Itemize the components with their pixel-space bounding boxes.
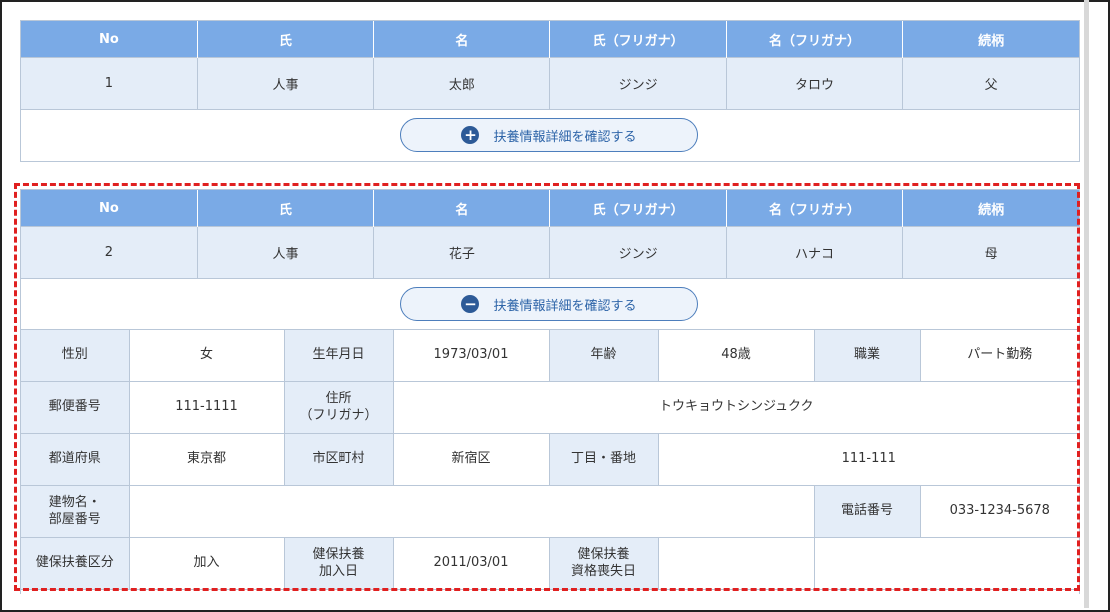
cell-first-name: 太郎 <box>373 57 551 110</box>
detail-row: 建物名・ 部屋番号 電話番号 033-1234-5678 <box>21 485 1079 538</box>
city-value: 新宿区 <box>392 433 550 486</box>
postal-code-value: 111-1111 <box>128 381 285 434</box>
cell-last-kana: ジンジ <box>549 57 727 110</box>
cell-relation: 母 <box>902 226 1079 279</box>
empty-cell <box>813 537 1079 590</box>
insurance-loss-label-line1: 健保扶養 <box>577 546 630 562</box>
cell-relation: 父 <box>902 57 1079 110</box>
occupation-label: 職業 <box>813 329 921 382</box>
col-header-no: No <box>21 21 198 58</box>
cell-no: 1 <box>21 57 198 110</box>
col-header-first-kana: 名（フリガナ） <box>726 190 904 227</box>
expand-details-button[interactable]: + 扶養情報詳細を確認する <box>400 118 698 152</box>
age-value: 48歳 <box>657 329 815 382</box>
cell-last-name: 人事 <box>197 57 375 110</box>
cell-first-kana: タロウ <box>726 57 904 110</box>
table-row: 1 人事 太郎 ジンジ タロウ 父 <box>21 57 1079 110</box>
phone-label: 電話番号 <box>813 485 921 538</box>
prefecture-label: 都道府県 <box>21 433 130 486</box>
detail-row: 性別 女 生年月日 1973/03/01 年齢 48歳 職業 パート勤務 <box>21 329 1079 382</box>
block-value: 111-111 <box>657 433 1079 486</box>
col-header-no: No <box>21 190 198 227</box>
gender-label: 性別 <box>21 329 130 382</box>
vertical-scrollbar[interactable] <box>1084 0 1089 608</box>
occupation-value: パート勤務 <box>919 329 1079 382</box>
insurance-join-label-line1: 健保扶養 <box>312 546 365 562</box>
building-label-line2: 部屋番号 <box>48 511 101 527</box>
insurance-join-value: 2011/03/01 <box>392 537 550 590</box>
col-header-last-name: 氏 <box>197 190 375 227</box>
expand-details-label: 扶養情報詳細を確認する <box>493 129 637 145</box>
col-header-first-name: 名 <box>373 21 551 58</box>
col-header-relation: 続柄 <box>902 21 1079 58</box>
insurance-type-label: 健保扶養区分 <box>21 537 130 590</box>
collapse-details-label: 扶養情報詳細を確認する <box>493 298 637 314</box>
detail-row: 健保扶養区分 加入 健保扶養 加入日 2011/03/01 健保扶養 資格喪失日 <box>21 537 1079 590</box>
cell-first-kana: ハナコ <box>726 226 904 279</box>
address-kana-label-line1: 住所 <box>325 390 352 406</box>
address-kana-label-line2: （フリガナ） <box>299 407 378 423</box>
phone-value: 033-1234-5678 <box>919 485 1079 538</box>
detail-row: 都道府県 東京都 市区町村 新宿区 丁目・番地 111-111 <box>21 433 1079 486</box>
button-area: + 扶養情報詳細を確認する <box>21 110 1079 160</box>
cell-no: 2 <box>21 226 198 279</box>
building-value <box>128 485 815 538</box>
block-label: 丁目・番地 <box>548 433 659 486</box>
birthdate-label: 生年月日 <box>283 329 394 382</box>
dependent-table-2: No 氏 名 氏（フリガナ） 名（フリガナ） 続柄 2 人事 花子 ジンジ ハナ… <box>21 190 1079 279</box>
postal-code-label: 郵便番号 <box>21 381 130 434</box>
insurance-loss-label-line2: 資格喪失日 <box>570 563 636 579</box>
address-kana-label: 住所 （フリガナ） <box>283 381 394 434</box>
cell-last-name: 人事 <box>197 226 375 279</box>
building-label: 建物名・ 部屋番号 <box>21 485 130 538</box>
table-row: 2 人事 花子 ジンジ ハナコ 母 <box>21 226 1079 279</box>
dependent-card-1: No 氏 名 氏（フリガナ） 名（フリガナ） 続柄 1 人事 太郎 ジンジ タロ… <box>20 20 1080 162</box>
col-header-first-name: 名 <box>373 190 551 227</box>
cell-first-name: 花子 <box>373 226 551 279</box>
table-header-row: No 氏 名 氏（フリガナ） 名（フリガナ） 続柄 <box>21 190 1079 227</box>
col-header-relation: 続柄 <box>902 190 1079 227</box>
plus-circle-icon: + <box>461 126 480 144</box>
col-header-first-kana: 名（フリガナ） <box>726 21 904 58</box>
col-header-last-kana: 氏（フリガナ） <box>549 190 727 227</box>
gender-value: 女 <box>128 329 285 382</box>
city-label: 市区町村 <box>283 433 394 486</box>
insurance-join-label-line2: 加入日 <box>318 563 358 579</box>
insurance-loss-value <box>657 537 815 590</box>
age-label: 年齢 <box>548 329 659 382</box>
table-header-row: No 氏 名 氏（フリガナ） 名（フリガナ） 続柄 <box>21 21 1079 58</box>
button-area: − 扶養情報詳細を確認する <box>21 279 1079 329</box>
insurance-loss-label: 健保扶養 資格喪失日 <box>548 537 659 590</box>
birthdate-value: 1973/03/01 <box>392 329 550 382</box>
dependent-table-1: No 氏 名 氏（フリガナ） 名（フリガナ） 続柄 1 人事 太郎 ジンジ タロ… <box>21 21 1079 110</box>
address-kana-value: トウキョウトシンジュクク <box>392 381 1079 434</box>
insurance-join-label: 健保扶養 加入日 <box>283 537 394 590</box>
col-header-last-kana: 氏（フリガナ） <box>549 21 727 58</box>
collapse-details-button[interactable]: − 扶養情報詳細を確認する <box>400 287 698 321</box>
cell-last-kana: ジンジ <box>549 226 727 279</box>
detail-row: 郵便番号 111-1111 住所 （フリガナ） トウキョウトシンジュクク <box>21 381 1079 434</box>
building-label-line1: 建物名・ <box>48 494 101 510</box>
insurance-type-value: 加入 <box>128 537 285 590</box>
dependent-detail-table: 性別 女 生年月日 1973/03/01 年齢 48歳 職業 パート勤務 郵便番… <box>21 329 1079 590</box>
prefecture-value: 東京都 <box>128 433 285 486</box>
dependent-card-2: No 氏 名 氏（フリガナ） 名（フリガナ） 続柄 2 人事 花子 ジンジ ハナ… <box>20 189 1080 594</box>
minus-circle-icon: − <box>461 295 480 313</box>
col-header-last-name: 氏 <box>197 21 375 58</box>
